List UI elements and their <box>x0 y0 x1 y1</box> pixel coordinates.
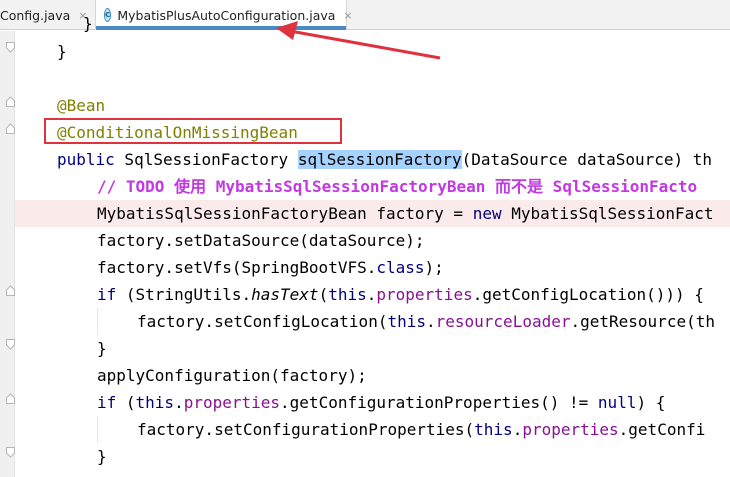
red-arrow-annotation <box>276 21 441 60</box>
